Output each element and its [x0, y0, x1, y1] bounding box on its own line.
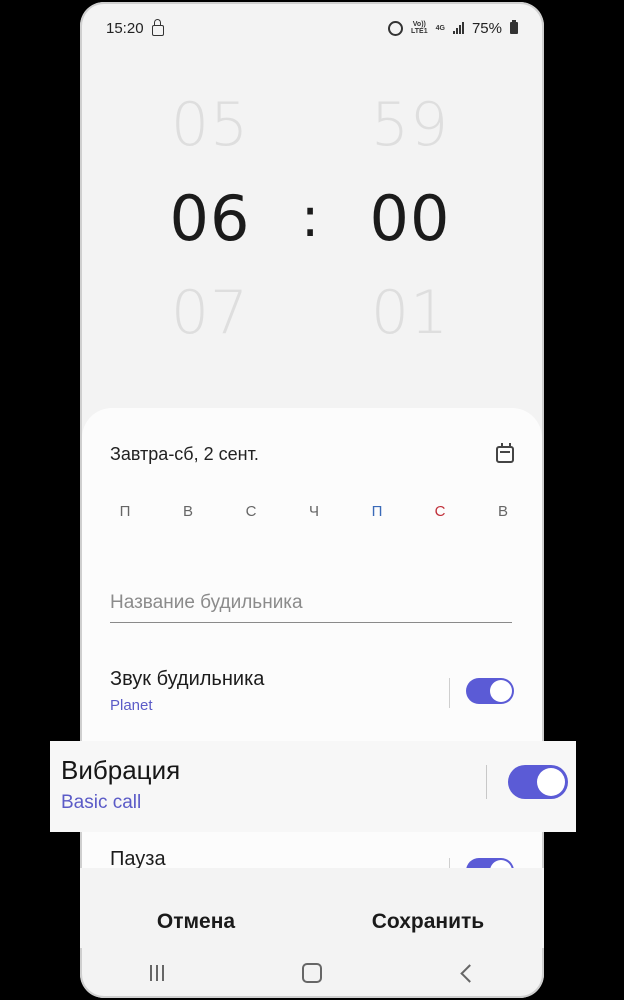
alarm-date: Завтра-сб, 2 сент. [110, 444, 259, 464]
back-icon [460, 963, 479, 983]
home-icon [301, 963, 322, 983]
volte-indicator: Vo)) LTE1 [411, 21, 428, 35]
minute-selected[interactable]: 00 [350, 182, 470, 255]
time-picker[interactable]: 05 06 07 : 59 00 01 [80, 82, 544, 372]
pause-title: Пауза [110, 848, 166, 868]
pause-row[interactable]: Пауза [110, 848, 514, 868]
recents-button[interactable] [127, 953, 187, 993]
alarm-sound-value: Planet [110, 697, 153, 714]
minute-next[interactable]: 01 [350, 278, 470, 348]
weekday-tuesday[interactable]: В [165, 503, 211, 520]
divider [449, 678, 450, 708]
save-button[interactable]: Сохранить [312, 868, 544, 948]
divider [486, 765, 487, 799]
alarm-sound-toggle[interactable] [466, 678, 514, 704]
navigation-bar [80, 948, 544, 998]
home-button[interactable] [282, 953, 342, 993]
divider [449, 858, 450, 868]
status-time: 15:20 [106, 19, 144, 37]
weekday-thursday[interactable]: Ч [291, 503, 337, 520]
weekday-friday[interactable]: П [354, 503, 400, 520]
weekday-saturday[interactable]: С [417, 503, 463, 520]
weekday-wednesday[interactable]: С [228, 503, 274, 520]
battery-percent: 75% [471, 19, 502, 37]
alarm-sound-row[interactable]: Звук будильника Planet [110, 668, 514, 728]
back-button[interactable] [437, 953, 497, 993]
alarm-sound-title: Звук будильника [110, 668, 265, 690]
network-type: 4G [435, 24, 445, 32]
hour-next[interactable]: 07 [150, 278, 270, 348]
weekday-selector: П В С Ч П С В [102, 503, 526, 520]
hour-previous[interactable]: 05 [150, 90, 270, 160]
vibration-title: Вибрация [61, 755, 181, 785]
minute-previous[interactable]: 59 [350, 90, 470, 160]
toggle-knob [537, 768, 565, 796]
vibration-pattern: Basic call [61, 792, 142, 813]
alarm-clock-icon [388, 20, 404, 36]
action-bar: Отмена Сохранить [80, 868, 544, 948]
cancel-button[interactable]: Отмена [80, 868, 312, 948]
time-separator: : [301, 186, 320, 249]
toggle-knob [490, 680, 512, 702]
vibration-toggle[interactable] [508, 765, 568, 799]
signal-icon [452, 22, 464, 34]
lock-icon [151, 18, 164, 36]
toggle-knob [490, 860, 512, 868]
alarm-name-input[interactable] [110, 584, 512, 623]
weekday-sunday[interactable]: В [480, 503, 526, 520]
date-row: Завтра-сб, 2 сент. [110, 443, 514, 465]
status-bar: 15:20 Vo)) LTE1 4G 75% [80, 2, 544, 54]
vibration-row-highlight[interactable]: Вибрация Basic call [50, 741, 576, 832]
hour-selected[interactable]: 06 [150, 182, 270, 255]
battery-icon [510, 20, 518, 34]
recents-icon [150, 965, 165, 981]
pause-toggle[interactable] [466, 858, 514, 868]
weekday-monday[interactable]: П [102, 503, 148, 520]
phone-screen: 15:20 Vo)) LTE1 4G 75% 05 06 07 : 59 00 … [80, 2, 544, 998]
calendar-icon[interactable] [496, 443, 514, 463]
